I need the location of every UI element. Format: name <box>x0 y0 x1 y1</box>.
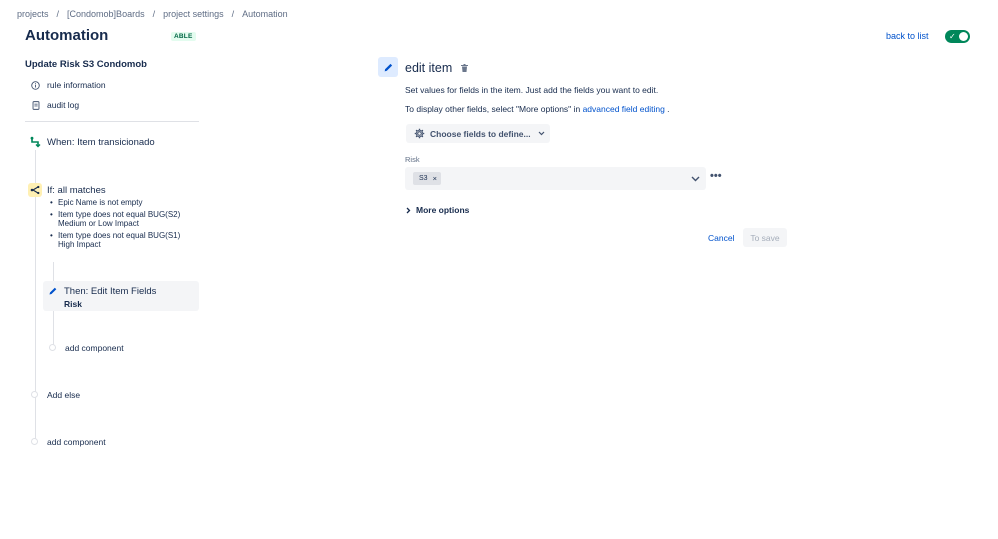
add-component-outer-button[interactable]: add component <box>47 437 106 447</box>
pencil-icon <box>378 57 398 77</box>
add-node-dot <box>31 438 38 445</box>
breadcrumb-separator: / <box>231 9 235 19</box>
selected-value-tag: S3 × <box>413 172 441 185</box>
branch-icon <box>28 183 42 197</box>
choose-fields-button[interactable]: Choose fields to define... <box>406 124 550 143</box>
action-card[interactable]: Then: Edit Item Fields Risk <box>43 281 199 311</box>
editor-title: edit item <box>405 61 453 75</box>
add-node-dot <box>49 344 56 351</box>
check-icon: ✓ <box>949 32 956 41</box>
breadcrumb-project-boards[interactable]: [Condomob]Boards <box>67 9 145 19</box>
breadcrumb-automation[interactable]: Automation <box>242 9 288 19</box>
chevron-down-icon <box>691 174 700 184</box>
choose-fields-label: Choose fields to define... <box>430 128 531 139</box>
sidebar-divider <box>25 121 199 122</box>
condition-label[interactable]: If: all matches <box>47 185 106 196</box>
risk-select[interactable]: S3 × <box>405 167 706 190</box>
advanced-field-editing-link[interactable]: advanced field editing <box>583 104 665 114</box>
breadcrumb-projects[interactable]: projects <box>17 9 49 19</box>
more-options-label: More options <box>416 205 470 215</box>
rule-information-label: rule information <box>47 80 106 90</box>
condition-item: Item type does not equal BUG(S1) High Im… <box>49 231 194 250</box>
save-button[interactable]: To save <box>743 228 787 247</box>
editor-description-2: To display other fields, select "More op… <box>405 104 670 114</box>
info-icon <box>31 80 40 90</box>
rule-information-link[interactable]: rule information <box>31 80 106 90</box>
chevron-right-icon <box>406 207 411 214</box>
status-badge: ABLE <box>171 32 196 41</box>
toggle-knob <box>959 32 968 41</box>
add-node-dot <box>31 391 38 398</box>
field-label: Risk <box>405 155 420 164</box>
rule-enabled-toggle[interactable]: ✓ <box>945 30 970 43</box>
editor-description: Set values for fields in the item. Just … <box>405 85 659 95</box>
action-label: Then: Edit Item Fields <box>64 286 157 297</box>
remove-value-icon[interactable]: × <box>433 174 437 183</box>
chevron-down-icon <box>538 131 545 136</box>
transition-icon <box>28 135 42 149</box>
pencil-icon <box>48 286 58 296</box>
breadcrumb-separator: / <box>152 9 156 19</box>
add-component-inner-button[interactable]: add component <box>65 343 124 353</box>
breadcrumb-separator: / <box>56 9 60 19</box>
gear-icon <box>414 128 425 139</box>
cancel-button[interactable]: Cancel <box>703 228 739 247</box>
document-icon <box>31 100 40 110</box>
trash-icon[interactable] <box>461 64 468 74</box>
condition-item: Epic Name is not empty <box>49 198 194 208</box>
selected-value: S3 <box>419 175 428 182</box>
add-else-button[interactable]: Add else <box>47 390 80 400</box>
back-to-list-link[interactable]: back to list <box>886 31 929 41</box>
audit-log-link[interactable]: audit log <box>31 100 79 110</box>
condition-list: Epic Name is not empty Item type does no… <box>49 198 194 252</box>
description-suffix: . <box>667 104 670 114</box>
breadcrumb-project-settings[interactable]: project settings <box>163 9 224 19</box>
more-options-toggle[interactable]: More options <box>406 205 469 215</box>
more-actions-icon[interactable]: ••• <box>710 171 722 182</box>
trigger-label[interactable]: When: Item transicionado <box>47 137 155 148</box>
audit-log-label: audit log <box>47 100 80 110</box>
rule-name: Update Risk S3 Condomob <box>25 59 147 70</box>
page-title: Automation <box>25 27 109 44</box>
breadcrumb: projects / [Condomob]Boards / project se… <box>17 9 288 19</box>
condition-item: Item type does not equal BUG(S2) Medium … <box>49 210 194 229</box>
description-text: To display other fields, select "More op… <box>405 104 581 114</box>
action-sub-label: Risk <box>64 299 82 309</box>
